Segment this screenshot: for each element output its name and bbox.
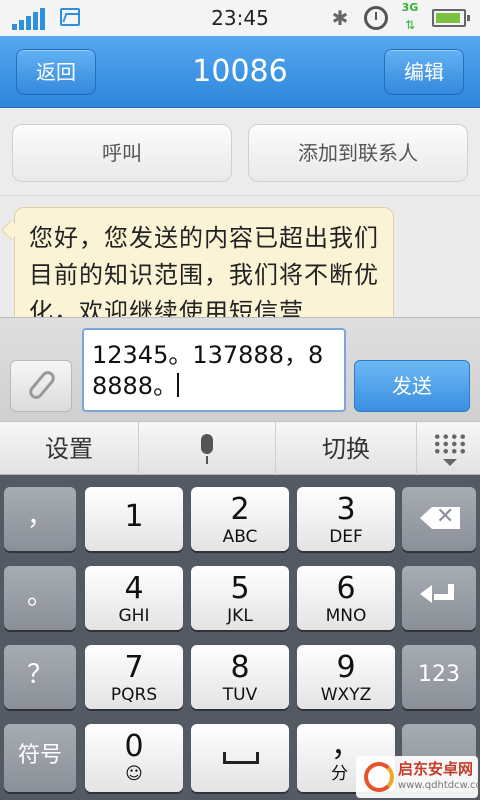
key-8[interactable]: 8 TUV: [191, 645, 289, 709]
keyboard: ， 1 2 ABC 3 DEF ✕ 。 4 GHI 5 JKL 6 MNO ？ …: [0, 475, 480, 800]
keyboard-toolbar: 设置 切换: [0, 421, 480, 476]
network-label: 3G: [401, 1, 419, 14]
key-symbols[interactable]: 符号: [4, 724, 76, 792]
send-button[interactable]: 发送: [354, 360, 470, 412]
key-backspace[interactable]: ✕: [402, 487, 476, 551]
key-1[interactable]: 1: [85, 487, 183, 551]
hide-keyboard-button[interactable]: [416, 422, 480, 476]
chevron-down-icon: [443, 459, 457, 466]
message-text: 您好，您发送的内容已超出我们目前的知识范围，我们将不断优化，欢迎继续使用短信营: [29, 224, 379, 317]
key-6[interactable]: 6 MNO: [297, 566, 395, 630]
conversation-list[interactable]: 您好，您发送的内容已超出我们目前的知识范围，我们将不断优化，欢迎继续使用短信营: [0, 197, 480, 317]
key-3[interactable]: 3 DEF: [297, 487, 395, 551]
key-period[interactable]: 。: [4, 566, 76, 630]
watermark: 启东安卓网 www.qdhtdcw.com: [356, 756, 480, 798]
attach-button[interactable]: [10, 360, 72, 412]
paperclip-icon: [26, 368, 58, 402]
key-7[interactable]: 7 PQRS: [85, 645, 183, 709]
message-input-value: 12345。137888，88888。: [92, 341, 324, 400]
alarm-icon: [364, 6, 388, 30]
key-2[interactable]: 2 ABC: [191, 487, 289, 551]
add-to-contacts-button[interactable]: 添加到联系人: [248, 124, 468, 182]
page-title: 10086: [192, 54, 288, 89]
emoji-icon: ☺: [125, 764, 143, 784]
back-button[interactable]: 返回: [16, 49, 96, 95]
text-cursor: [177, 373, 180, 397]
keyboard-grid-icon: [433, 433, 467, 455]
key-numbers[interactable]: 123: [402, 645, 476, 709]
battery-icon: [432, 9, 470, 27]
bluetooth-icon: ✱: [331, 6, 349, 30]
key-0[interactable]: 0 ☺: [85, 724, 183, 792]
voice-input-button[interactable]: [138, 422, 276, 476]
call-button[interactable]: 呼叫: [12, 124, 232, 182]
key-5[interactable]: 5 JKL: [191, 566, 289, 630]
keyboard-switch-button[interactable]: 切换: [276, 422, 416, 476]
microphone-icon: [197, 434, 217, 464]
space-icon: [223, 752, 259, 764]
key-space[interactable]: [191, 724, 289, 792]
key-9[interactable]: 9 WXYZ: [297, 645, 395, 709]
key-comma[interactable]: ，: [4, 487, 76, 551]
key-enter[interactable]: [402, 566, 476, 630]
key-question[interactable]: ？: [4, 645, 76, 709]
status-bar: 23:45 ✱ 3G ⇅: [0, 0, 480, 36]
watermark-logo-icon: [364, 762, 394, 792]
edit-button[interactable]: 编辑: [384, 49, 464, 95]
compose-bar: 12345。137888，88888。 发送: [0, 317, 480, 421]
title-bar: 返回 10086 编辑: [0, 36, 480, 108]
key-4[interactable]: 4 GHI: [85, 566, 183, 630]
message-input[interactable]: 12345。137888，88888。: [82, 328, 346, 412]
3g-icon: 3G ⇅: [397, 1, 423, 33]
contact-actions: 呼叫 添加到联系人: [0, 108, 480, 196]
keyboard-settings-button[interactable]: 设置: [0, 422, 138, 476]
message-bubble-incoming[interactable]: 您好，您发送的内容已超出我们目前的知识范围，我们将不断优化，欢迎继续使用短信营: [14, 207, 394, 317]
